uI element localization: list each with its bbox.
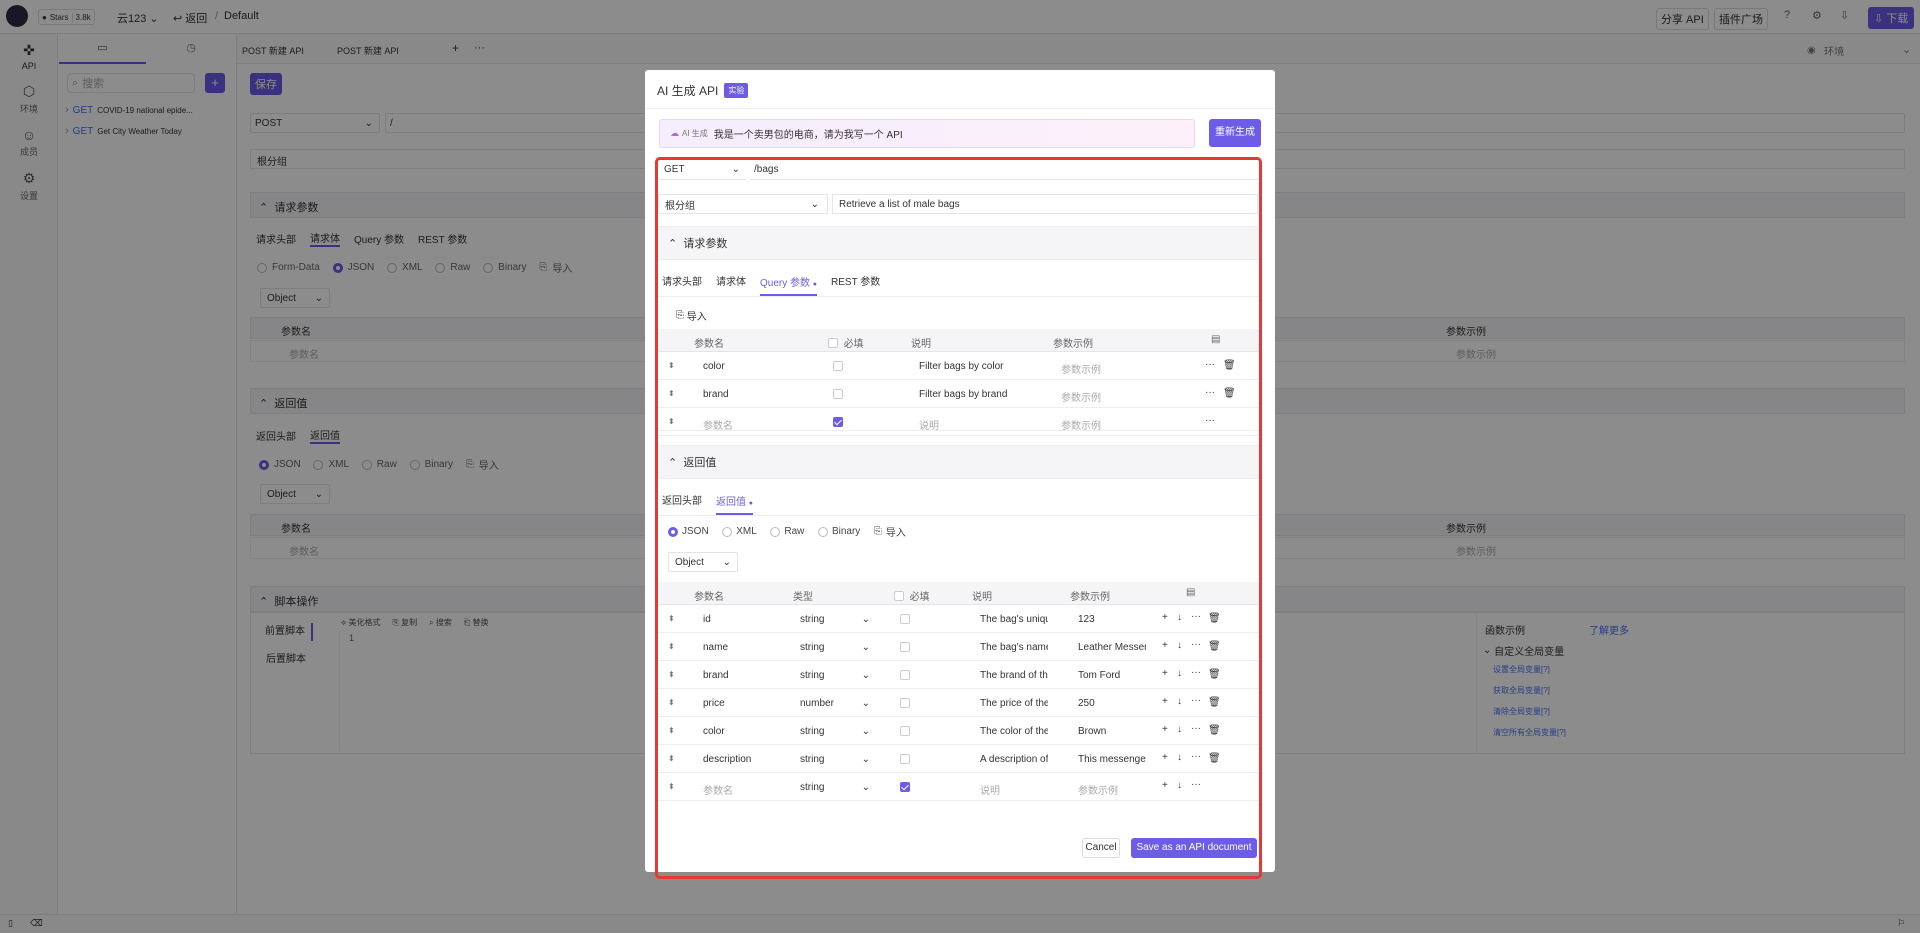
modal-title: AI 生成 API (657, 84, 719, 98)
ai-icon: ☁ (670, 128, 679, 138)
ai-tag: AI 生成 (682, 129, 708, 138)
experimental-badge: 实验 (724, 83, 749, 98)
ai-prompt-input[interactable]: ☁ AI 生成 我是一个卖男包的电商，请为我写一个 API (659, 119, 1195, 148)
highlight-box (655, 157, 1262, 879)
prompt-text: 我是一个卖男包的电商，请为我写一个 API (713, 130, 903, 141)
modal-divider (645, 108, 1275, 109)
modal-header: AI 生成 API 实验 (657, 82, 749, 99)
regenerate-button[interactable]: 重新生成 (1209, 119, 1261, 147)
